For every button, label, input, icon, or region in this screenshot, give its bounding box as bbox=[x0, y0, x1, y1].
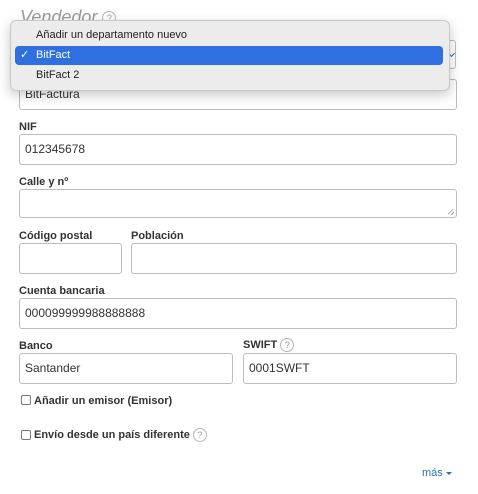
nif-value: 012345678 bbox=[25, 142, 86, 156]
bank-account-value: 000099999988888888 bbox=[25, 306, 146, 320]
menu-item-label: BitFact 2 bbox=[36, 69, 80, 81]
ship-other-country-row: Envío desde un país diferente ? bbox=[34, 428, 207, 442]
city-input[interactable] bbox=[131, 243, 457, 274]
street-textarea[interactable] bbox=[19, 189, 457, 218]
menu-item-label: Añadir un departamento nuevo bbox=[36, 29, 188, 41]
add-issuer-checkbox[interactable] bbox=[21, 395, 31, 405]
swift-label-row: SWIFT ? bbox=[243, 338, 295, 352]
ship-other-country-checkbox[interactable] bbox=[21, 430, 31, 440]
nif-label: NIF bbox=[19, 121, 37, 133]
bank-value: Santander bbox=[25, 361, 81, 375]
caret-down-icon bbox=[445, 471, 452, 475]
postal-code-label: Código postal bbox=[19, 230, 93, 242]
resize-handle-icon[interactable] bbox=[448, 209, 454, 215]
nif-input[interactable]: 012345678 bbox=[19, 134, 457, 165]
street-label: Calle y nº bbox=[19, 176, 69, 188]
add-issuer-label[interactable]: Añadir un emisor (Emisor) bbox=[34, 395, 172, 407]
bank-account-input[interactable]: 000099999988888888 bbox=[19, 298, 457, 329]
postal-code-input[interactable] bbox=[19, 243, 122, 274]
swift-value: 0001SWFT bbox=[249, 361, 310, 375]
swift-input[interactable]: 0001SWFT bbox=[243, 353, 457, 384]
more-link[interactable]: más bbox=[422, 467, 452, 479]
help-icon[interactable]: ? bbox=[192, 428, 207, 442]
help-icon[interactable]: ? bbox=[280, 338, 295, 352]
checkmark-icon: ✓ bbox=[20, 49, 30, 61]
bank-account-label: Cuenta bancaria bbox=[19, 285, 105, 297]
menu-item-bitfact-2[interactable]: BitFact 2 bbox=[15, 66, 443, 85]
menu-item-bitfact[interactable]: ✓ BitFact bbox=[15, 46, 443, 65]
department-dropdown-menu: Añadir un departamento nuevo ✓ BitFact B… bbox=[10, 20, 450, 91]
bank-label: Banco bbox=[19, 340, 53, 352]
menu-item-add-department[interactable]: Añadir un departamento nuevo bbox=[15, 26, 443, 45]
ship-other-country-label[interactable]: Envío desde un país diferente bbox=[34, 429, 190, 441]
swift-label: SWIFT bbox=[243, 338, 278, 351]
more-label[interactable]: más bbox=[422, 467, 443, 479]
city-label: Población bbox=[131, 230, 184, 242]
menu-item-label: BitFact bbox=[36, 49, 71, 61]
bank-input[interactable]: Santander bbox=[19, 353, 233, 384]
